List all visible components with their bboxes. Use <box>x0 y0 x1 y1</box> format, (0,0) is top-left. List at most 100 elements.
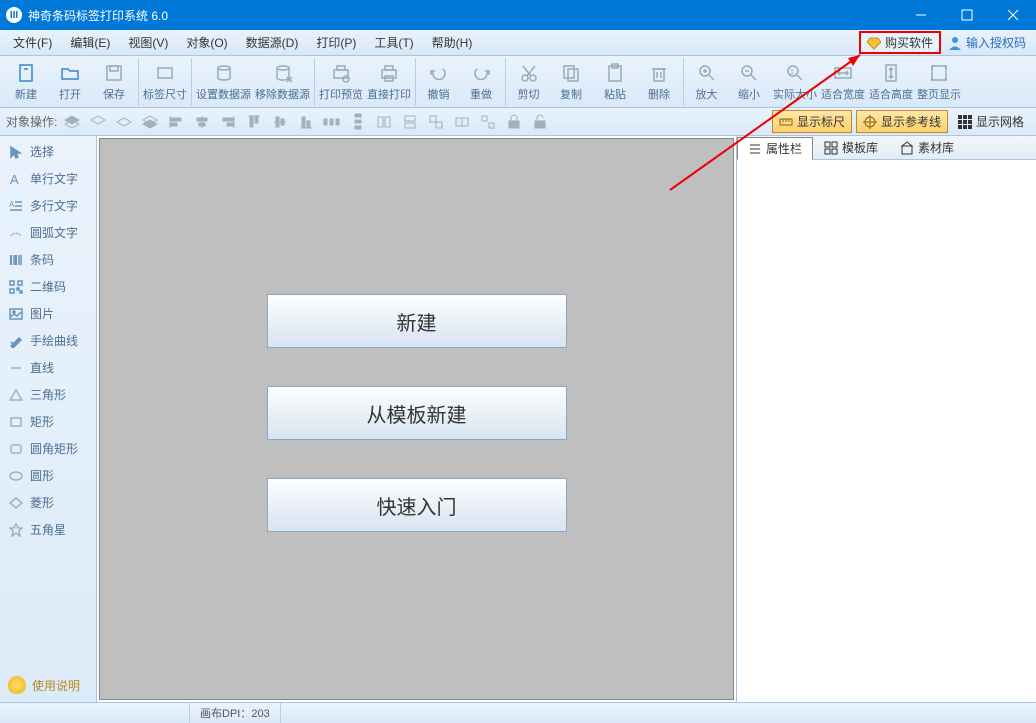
tool-multi-text[interactable]: A多行文字 <box>2 192 94 219</box>
tool-curve[interactable]: 手绘曲线 <box>2 327 94 354</box>
tb-print[interactable]: 直接打印 <box>365 58 413 106</box>
app-icon: III <box>6 7 22 23</box>
menu-file[interactable]: 文件(F) <box>4 30 61 55</box>
tb-rmds[interactable]: 移除数据源 <box>253 58 312 106</box>
triangle-icon <box>8 387 24 403</box>
app-title: 神奇条码标签打印系统 6.0 <box>28 7 168 24</box>
arctext-icon <box>8 225 24 241</box>
tool-circle[interactable]: 圆形 <box>2 462 94 489</box>
status-bar: 画布DPI：203 <box>0 702 1036 723</box>
roundrect-icon <box>8 441 24 457</box>
show-ruler-toggle[interactable]: 显示标尺 <box>772 110 852 133</box>
canvas-quickstart-button[interactable]: 快速入门 <box>267 478 567 532</box>
align-hcenter-icon[interactable] <box>191 112 213 132</box>
tab-assets[interactable]: 素材库 <box>889 136 965 159</box>
text-icon: A <box>8 171 24 187</box>
tool-image[interactable]: 图片 <box>2 300 94 327</box>
align-right-icon[interactable] <box>217 112 239 132</box>
tb-zoomin[interactable]: 放大 <box>683 58 727 106</box>
menu-object[interactable]: 对象(O) <box>177 30 236 55</box>
layer-back-icon[interactable] <box>139 112 161 132</box>
tb-whole[interactable]: 整页显示 <box>915 58 963 106</box>
fit-height-icon <box>879 61 903 85</box>
tool-single-text[interactable]: A单行文字 <box>2 165 94 192</box>
buy-software-button[interactable]: 购买软件 <box>859 31 941 54</box>
tb-copy[interactable]: 复制 <box>549 58 593 106</box>
tb-actual[interactable]: 1实际大小 <box>771 58 819 106</box>
tb-labelsize[interactable]: 标签尺寸 <box>138 58 189 106</box>
auth-label: 输入授权码 <box>966 34 1026 51</box>
main-area: 选择 A单行文字 A多行文字 圆弧文字 条码 二维码 图片 手绘曲线 直线 三角… <box>0 136 1036 702</box>
align-left-icon[interactable] <box>165 112 187 132</box>
tool-star[interactable]: 五角星 <box>2 516 94 543</box>
align-top-icon[interactable] <box>243 112 265 132</box>
tool-rect[interactable]: 矩形 <box>2 408 94 435</box>
save-icon <box>102 61 126 85</box>
buy-label: 购买软件 <box>885 34 933 51</box>
star-icon <box>8 522 24 538</box>
tb-save[interactable]: 保存 <box>92 58 136 106</box>
menu-help[interactable]: 帮助(H) <box>423 30 482 55</box>
group-icon[interactable] <box>451 112 473 132</box>
menu-print[interactable]: 打印(P) <box>307 30 365 55</box>
canvas-new-button[interactable]: 新建 <box>267 294 567 348</box>
tool-line[interactable]: 直线 <box>2 354 94 381</box>
tool-arc-text[interactable]: 圆弧文字 <box>2 219 94 246</box>
tool-roundrect[interactable]: 圆角矩形 <box>2 435 94 462</box>
maximize-button[interactable] <box>944 0 990 30</box>
tb-new[interactable]: 新建 <box>4 58 48 106</box>
tb-fith[interactable]: 适合高度 <box>867 58 915 106</box>
layer-front-icon[interactable] <box>61 112 83 132</box>
title-bar: III 神奇条码标签打印系统 6.0 <box>0 0 1036 30</box>
align-vcenter-icon[interactable] <box>269 112 291 132</box>
help-link[interactable]: 使用说明 <box>2 670 94 700</box>
tb-fitw[interactable]: 适合宽度 <box>819 58 867 106</box>
tb-setds[interactable]: 设置数据源 <box>191 58 253 106</box>
menu-tool[interactable]: 工具(T) <box>365 30 422 55</box>
show-grid-toggle[interactable]: 显示网格 <box>952 111 1030 132</box>
pencil-icon <box>8 333 24 349</box>
lock-icon[interactable] <box>503 112 525 132</box>
ruler-icon <box>779 115 793 129</box>
redo-icon <box>469 61 493 85</box>
dist-v-icon[interactable] <box>347 112 369 132</box>
tool-triangle[interactable]: 三角形 <box>2 381 94 408</box>
tool-select[interactable]: 选择 <box>2 138 94 165</box>
canvas-from-template-button[interactable]: 从模板新建 <box>267 386 567 440</box>
tb-paste[interactable]: 粘贴 <box>593 58 637 106</box>
labelsize-icon <box>153 61 177 85</box>
menu-datasource[interactable]: 数据源(D) <box>237 30 308 55</box>
tab-templates[interactable]: 模板库 <box>813 136 889 159</box>
ungroup-icon[interactable] <box>477 112 499 132</box>
tb-undo[interactable]: 撤销 <box>415 58 459 106</box>
tb-preview[interactable]: 打印预览 <box>314 58 365 106</box>
menu-view[interactable]: 视图(V) <box>119 30 177 55</box>
menu-edit[interactable]: 编辑(E) <box>61 30 119 55</box>
tb-delete[interactable]: 删除 <box>637 58 681 106</box>
pointer-icon <box>8 144 24 160</box>
show-guide-toggle[interactable]: 显示参考线 <box>856 110 948 133</box>
unlock-icon[interactable] <box>529 112 551 132</box>
tb-cut[interactable]: 剪切 <box>505 58 549 106</box>
tb-zoomout[interactable]: 缩小 <box>727 58 771 106</box>
layer-up-icon[interactable] <box>87 112 109 132</box>
tb-open[interactable]: 打开 <box>48 58 92 106</box>
image-icon <box>8 306 24 322</box>
same-height-icon[interactable] <box>399 112 421 132</box>
layer-down-icon[interactable] <box>113 112 135 132</box>
svg-text:A: A <box>10 172 19 186</box>
align-bottom-icon[interactable] <box>295 112 317 132</box>
tool-qr[interactable]: 二维码 <box>2 273 94 300</box>
undo-icon <box>427 61 451 85</box>
tab-properties[interactable]: 属性栏 <box>737 137 813 160</box>
minimize-button[interactable] <box>898 0 944 30</box>
tool-diamond[interactable]: 菱形 <box>2 489 94 516</box>
database-remove-icon <box>271 61 295 85</box>
tool-barcode[interactable]: 条码 <box>2 246 94 273</box>
same-width-icon[interactable] <box>373 112 395 132</box>
same-size-icon[interactable] <box>425 112 447 132</box>
enter-auth-button[interactable]: 输入授权码 <box>947 34 1026 51</box>
dist-h-icon[interactable] <box>321 112 343 132</box>
close-button[interactable] <box>990 0 1036 30</box>
tb-redo[interactable]: 重做 <box>459 58 503 106</box>
